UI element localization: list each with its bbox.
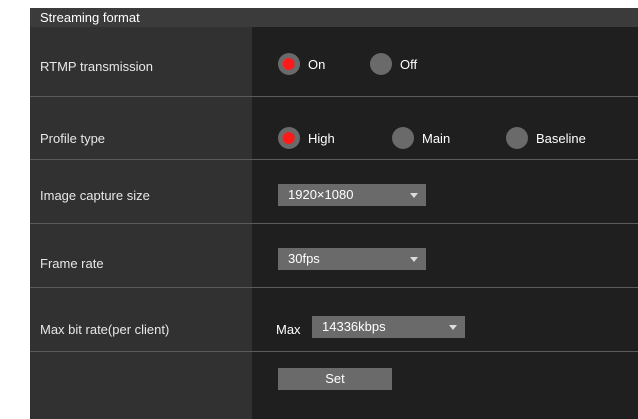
radio-unselected-icon: [370, 53, 392, 75]
set-row: Set: [30, 352, 638, 419]
chevron-down-icon: [449, 325, 457, 330]
radio-unselected-icon: [392, 127, 414, 149]
frame-rate-value: 30fps: [288, 251, 320, 266]
section-title: Streaming format: [30, 8, 638, 27]
profile-baseline-radio[interactable]: Baseline: [506, 127, 586, 149]
frame-rate-select[interactable]: 30fps: [278, 248, 426, 270]
profile-high-radio[interactable]: High: [278, 127, 335, 149]
max-bitrate-row: Max bit rate(per client) Max 14336kbps: [30, 288, 638, 351]
max-bitrate-label: Max bit rate(per client): [40, 322, 170, 337]
rtmp-on-radio[interactable]: On: [278, 53, 325, 75]
max-bitrate-value: 14336kbps: [322, 319, 386, 334]
rtmp-transmission-row: RTMP transmission On Off: [30, 27, 638, 96]
set-button[interactable]: Set: [278, 368, 392, 390]
profile-main-label: Main: [422, 130, 451, 146]
profile-main-radio[interactable]: Main: [392, 127, 450, 149]
frame-rate-row: Frame rate 30fps: [30, 224, 638, 287]
frame-rate-label: Frame rate: [40, 256, 104, 271]
streaming-format-panel: Streaming format RTMP transmission On Of…: [30, 8, 638, 419]
image-capture-size-select[interactable]: 1920×1080: [278, 184, 426, 206]
image-capture-size-row: Image capture size 1920×1080: [30, 160, 638, 223]
image-capture-size-label: Image capture size: [40, 188, 150, 203]
profile-type-row: Profile type High Main Baseline: [30, 97, 638, 159]
rtmp-transmission-label: RTMP transmission: [40, 59, 153, 74]
image-capture-size-value: 1920×1080: [288, 187, 354, 202]
chevron-down-icon: [410, 257, 418, 262]
chevron-down-icon: [410, 193, 418, 198]
rtmp-off-radio[interactable]: Off: [370, 53, 417, 75]
radio-selected-icon: [278, 127, 300, 149]
profile-high-label: High: [308, 130, 335, 146]
profile-baseline-label: Baseline: [536, 130, 586, 146]
rtmp-on-label: On: [308, 56, 326, 72]
rtmp-off-label: Off: [400, 56, 418, 72]
radio-selected-icon: [278, 53, 300, 75]
max-prefix-label: Max: [276, 322, 301, 337]
radio-unselected-icon: [506, 127, 528, 149]
max-bitrate-select[interactable]: 14336kbps: [312, 316, 465, 338]
profile-type-label: Profile type: [40, 131, 106, 146]
